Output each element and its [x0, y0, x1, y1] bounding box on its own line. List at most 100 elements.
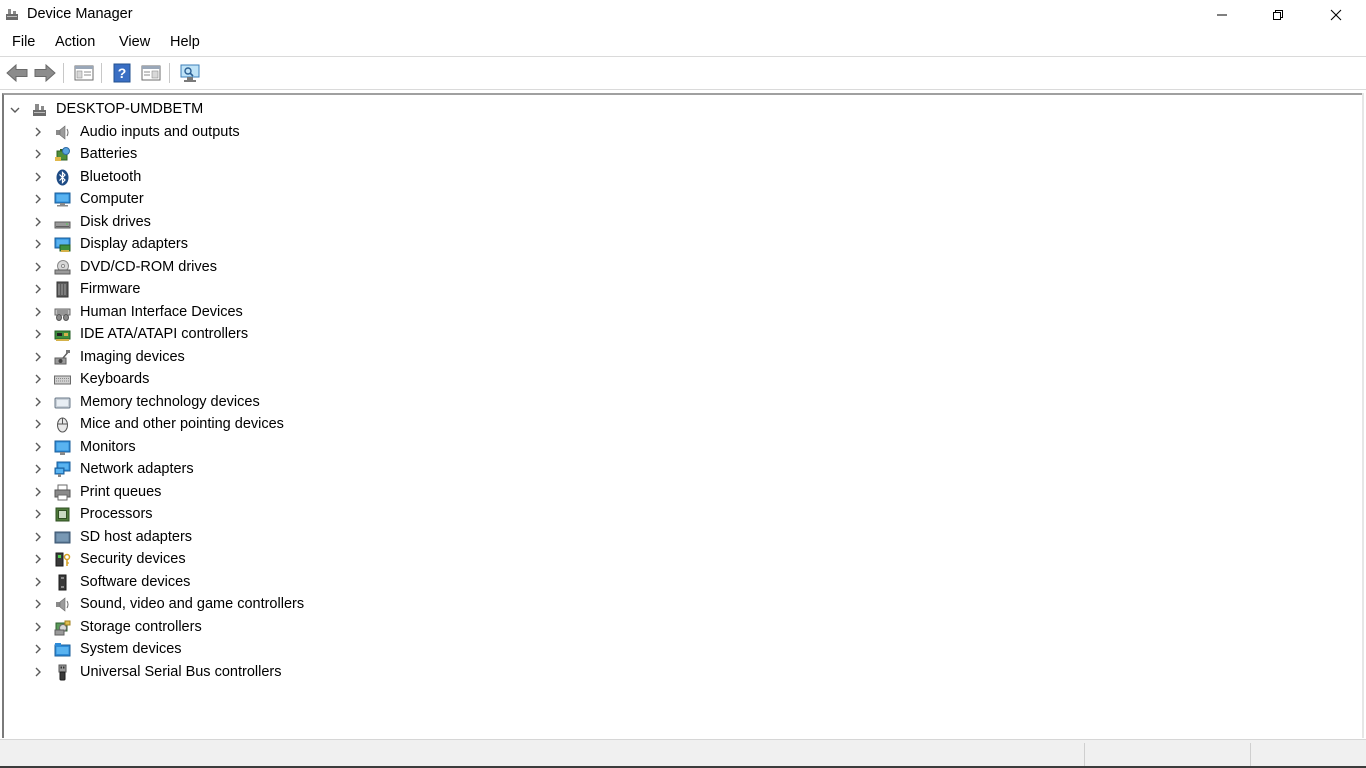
- tree-category-firmware[interactable]: Firmware: [4, 278, 604, 300]
- printer-icon: [54, 484, 71, 500]
- tree-category-label: Print queues: [80, 483, 162, 500]
- title-bar[interactable]: Device Manager: [0, 0, 1366, 30]
- memory-icon: [54, 397, 71, 408]
- tree-category-memory-technology-devices[interactable]: Memory technology devices: [4, 391, 604, 413]
- back-button[interactable]: [5, 61, 29, 85]
- camera-icon: [54, 349, 70, 364]
- toolbar-separator: [63, 63, 64, 83]
- ide-controller-icon: [54, 330, 71, 341]
- mouse-icon: [57, 417, 68, 433]
- chevron-right-icon[interactable]: [33, 149, 43, 159]
- status-bar: [0, 739, 1366, 768]
- pane-right-edge: [1362, 93, 1364, 738]
- tree-category-label: Universal Serial Bus controllers: [80, 663, 282, 680]
- tree-category-label: Mice and other pointing devices: [80, 416, 284, 432]
- chevron-right-icon[interactable]: [33, 644, 43, 654]
- chevron-right-icon[interactable]: [33, 262, 43, 272]
- minimize-icon: [1217, 14, 1227, 16]
- tree-category-batteries[interactable]: Batteries: [4, 143, 604, 165]
- scan-hardware-changes-icon: [180, 64, 200, 82]
- tree-category-ide-ata-atapi-controllers[interactable]: IDE ATA/ATAPI controllers: [4, 323, 604, 345]
- chevron-right-icon[interactable]: [33, 487, 43, 497]
- chevron-right-icon[interactable]: [33, 352, 43, 362]
- tree-category-label: Monitors: [80, 438, 136, 455]
- speaker-icon: [56, 597, 69, 612]
- tree-category-storage-controllers[interactable]: Storage controllers: [4, 616, 604, 638]
- chevron-right-icon[interactable]: [33, 374, 43, 384]
- computer-tree-root-icon: [33, 104, 46, 116]
- chevron-right-icon[interactable]: [33, 284, 43, 294]
- status-bar-separator: [1250, 743, 1251, 767]
- battery-icon: [55, 147, 70, 161]
- tree-category-monitors[interactable]: Monitors: [4, 436, 604, 458]
- menu-help[interactable]: Help: [170, 34, 200, 50]
- tree-category-display-adapters[interactable]: Display adapters: [4, 233, 604, 255]
- tree-category-network-adapters[interactable]: Network adapters: [4, 458, 604, 480]
- tree-category-label: Batteries: [80, 146, 138, 162]
- chevron-down-icon[interactable]: [10, 105, 20, 115]
- tree-category-software-devices[interactable]: Software devices: [4, 571, 604, 593]
- tree-category-bluetooth[interactable]: Bluetooth: [4, 166, 604, 188]
- tree-category-universal-serial-bus-controllers[interactable]: Universal Serial Bus controllers: [4, 661, 604, 683]
- chevron-right-icon[interactable]: [33, 442, 43, 452]
- tree-category-mice-and-other-pointing-devices[interactable]: Mice and other pointing devices: [4, 413, 604, 435]
- tree-category-sd-host-adapters[interactable]: SD host adapters: [4, 526, 604, 548]
- tree-category-audio-inputs-and-outputs[interactable]: Audio inputs and outputs: [4, 121, 604, 143]
- tree-category-computer[interactable]: Computer: [4, 188, 604, 210]
- scan-hardware-changes-button[interactable]: [178, 61, 202, 85]
- tree-category-system-devices[interactable]: System devices: [4, 638, 604, 660]
- help-button[interactable]: ?: [110, 61, 134, 85]
- tree-root[interactable]: DESKTOP-UMDBETM: [4, 98, 604, 120]
- device-tree[interactable]: DESKTOP-UMDBETM Audio inputs and outputs…: [2, 93, 1364, 738]
- show-hide-console-tree-button[interactable]: [72, 61, 96, 85]
- chevron-right-icon[interactable]: [33, 464, 43, 474]
- tree-category-sound-video-and-game-controllers[interactable]: Sound, video and game controllers: [4, 593, 604, 615]
- tree-category-label: Security devices: [80, 551, 186, 567]
- help-icon: ?: [113, 63, 131, 83]
- device-manager-app-icon: [4, 6, 20, 22]
- chevron-right-icon[interactable]: [33, 217, 43, 227]
- chevron-right-icon[interactable]: [33, 194, 43, 204]
- tree-category-label: Memory technology devices: [80, 393, 260, 410]
- svg-text:?: ?: [118, 65, 127, 81]
- chevron-right-icon[interactable]: [33, 307, 43, 317]
- tree-category-label: Human Interface Devices: [80, 303, 243, 320]
- chevron-right-icon[interactable]: [33, 577, 43, 587]
- tree-category-security-devices[interactable]: Security devices: [4, 548, 604, 570]
- menu-view[interactable]: View: [119, 34, 150, 50]
- chevron-right-icon[interactable]: [33, 419, 43, 429]
- tree-category-keyboards[interactable]: Keyboards: [4, 368, 604, 390]
- tree-category-imaging-devices[interactable]: Imaging devices: [4, 346, 604, 368]
- tree-category-label: Sound, video and game controllers: [80, 596, 305, 612]
- chevron-right-icon[interactable]: [33, 622, 43, 632]
- chevron-right-icon[interactable]: [33, 509, 43, 519]
- minimize-button[interactable]: [1194, 0, 1250, 30]
- usb-icon: [58, 664, 67, 680]
- tree-category-dvd-cd-rom-drives[interactable]: DVD/CD-ROM drives: [4, 256, 604, 278]
- tree-category-print-queues[interactable]: Print queues: [4, 481, 604, 503]
- properties-button[interactable]: [139, 61, 163, 85]
- tree-category-disk-drives[interactable]: Disk drives: [4, 211, 604, 233]
- menu-action[interactable]: Action: [55, 34, 95, 50]
- chevron-right-icon[interactable]: [33, 239, 43, 249]
- restore-button[interactable]: [1250, 0, 1306, 30]
- chevron-right-icon[interactable]: [33, 172, 43, 182]
- chevron-right-icon[interactable]: [33, 667, 43, 677]
- chevron-right-icon[interactable]: [33, 532, 43, 542]
- chevron-right-icon[interactable]: [33, 329, 43, 339]
- tree-category-label: Network adapters: [80, 461, 194, 477]
- close-button[interactable]: [1306, 0, 1366, 30]
- chevron-right-icon[interactable]: [33, 599, 43, 609]
- tree-category-human-interface-devices[interactable]: Human Interface Devices: [4, 301, 604, 323]
- tree-category-processors[interactable]: Processors: [4, 503, 604, 525]
- chevron-right-icon[interactable]: [33, 554, 43, 564]
- chevron-right-icon[interactable]: [33, 127, 43, 137]
- menu-file[interactable]: File: [12, 34, 35, 50]
- firmware-icon: [56, 281, 69, 298]
- window-title: Device Manager: [27, 6, 133, 22]
- back-arrow-icon: [6, 64, 28, 82]
- forward-button[interactable]: [33, 61, 57, 85]
- toolbar-separator: [169, 63, 170, 83]
- chevron-right-icon[interactable]: [33, 397, 43, 407]
- tree-root-label: DESKTOP-UMDBETM: [56, 101, 204, 117]
